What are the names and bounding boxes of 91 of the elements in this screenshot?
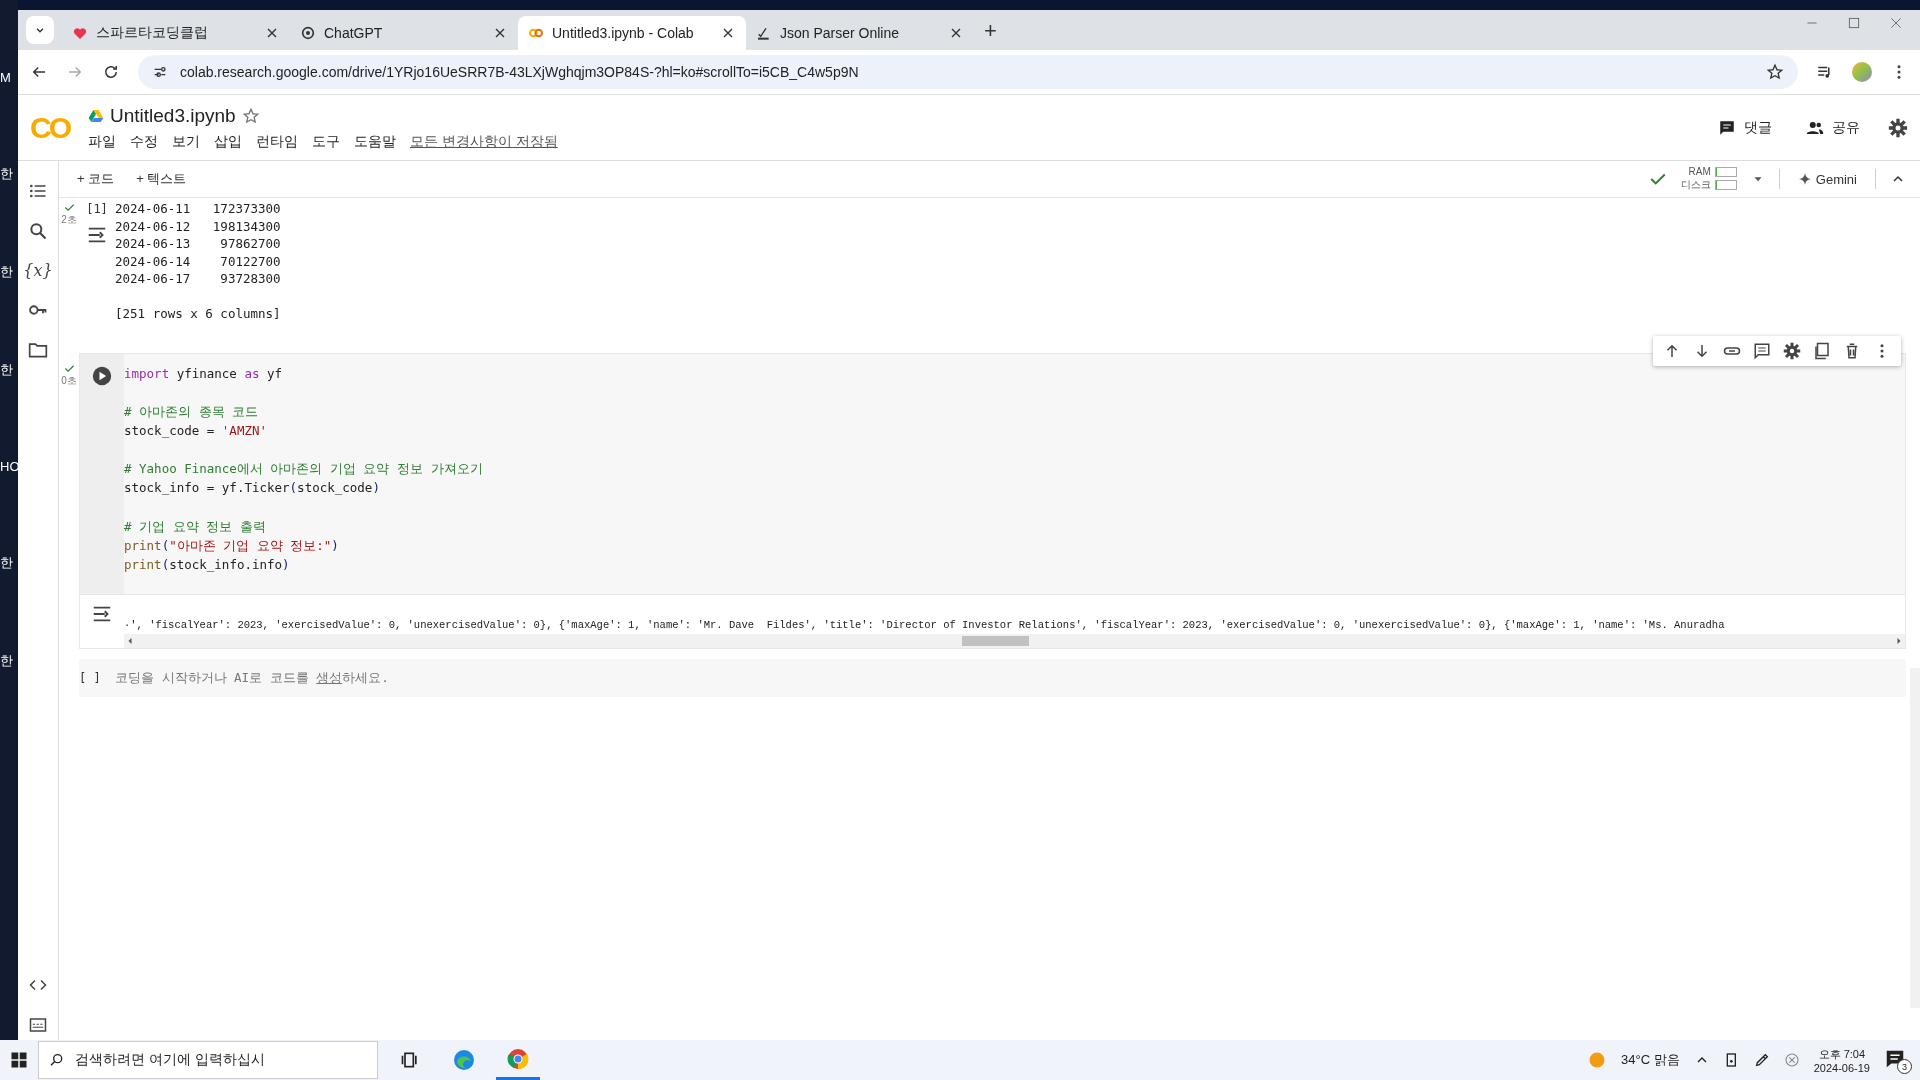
tab-title: 스파르타코딩클럽 — [96, 24, 209, 42]
desktop-icon-label: HO — [0, 459, 18, 474]
code-line: # 기업 요약 정보 출력 — [124, 517, 267, 536]
maximize-icon[interactable] — [1846, 15, 1862, 31]
notebook-title[interactable]: Untitled3.ipynb — [110, 104, 236, 127]
code-line: # 아마존의 종목 코드 — [124, 402, 260, 421]
browser-tab[interactable]: 스파르타코딩클럽 — [62, 16, 290, 50]
pen-icon[interactable] — [1753, 1052, 1770, 1068]
tab-title: Json Parser Online — [780, 25, 901, 41]
search-icon — [49, 1052, 65, 1068]
menu-item[interactable]: 런타임 — [256, 132, 298, 151]
save-status-link[interactable]: 모든 변경사항이 저장됨 — [410, 132, 558, 151]
notification-badge: 3 — [1897, 1059, 1912, 1074]
mirror-cell-icon[interactable] — [1813, 341, 1831, 360]
tab-title: ChatGPT — [324, 25, 384, 41]
empty-code-cell[interactable]: [ ] 코딩을 시작하거나 AI로 코드를 생성하세요. — [79, 659, 1906, 697]
address-field[interactable]: colab.research.google.com/drive/1YRjo16UeSRR7B-43LXjWghqjm3OP84S-?hl=ko#scrollTo=i5CB_C4w5p9N — [138, 55, 1798, 89]
output-line: 2024-06-11 172373300 — [115, 200, 281, 218]
output-line: 2024-06-12 198134300 — [115, 217, 281, 235]
menu-item[interactable]: 도구 — [312, 132, 340, 151]
add-code-button[interactable]: + 코드 — [73, 168, 119, 190]
edge-browser-icon[interactable] — [452, 1048, 476, 1072]
terminal-icon[interactable] — [29, 1016, 47, 1034]
desktop-icon-label: 한 — [0, 554, 14, 572]
drive-icon — [88, 107, 104, 124]
output-line: 2024-06-17 93728300 — [115, 270, 281, 288]
menu-item[interactable]: 삽입 — [214, 132, 242, 151]
run-time: 2초 — [61, 213, 77, 227]
folder-icon[interactable] — [28, 340, 48, 360]
menu-item[interactable]: 수정 — [130, 132, 158, 151]
cell-hint: 코딩을 시작하거나 AI로 코드를 생성하세요. — [115, 669, 389, 687]
task-view-icon[interactable] — [400, 1050, 420, 1070]
browser-tab[interactable]: ChatGPT — [290, 16, 518, 50]
add-text-button[interactable]: + 텍스트 — [132, 168, 191, 190]
desktop-icon-label: 한 — [0, 263, 14, 281]
profile-avatar[interactable] — [1852, 62, 1872, 82]
output-line: [251 rows x 6 columns] — [115, 305, 281, 323]
check-mark-icon — [756, 25, 772, 41]
desktop-icon-label: 한 — [0, 165, 14, 183]
output-line: 2024-06-13 97862700 — [115, 235, 281, 253]
clock-date[interactable]: 2024-06-19 — [1813, 1061, 1870, 1074]
code-line: stock_code = 'AMZN' — [124, 421, 268, 440]
search-icon[interactable] — [28, 221, 48, 241]
heart-icon — [72, 25, 88, 41]
resource-meter[interactable]: RAM 디스크 — [1680, 166, 1737, 192]
code-line: # Yahoo Finance에서 아마존의 기업 요약 정보 가져오기 — [124, 460, 484, 479]
run-icon[interactable] — [92, 365, 112, 386]
settings-icon[interactable] — [1783, 341, 1801, 360]
desktop-icon-label: 한 — [0, 361, 14, 379]
chrome-browser-icon[interactable] — [506, 1046, 530, 1071]
code-line: print(stock_info.info) — [124, 555, 291, 574]
new-tab-button[interactable]: + — [984, 18, 997, 44]
desktop-icon-label: 한 — [0, 652, 14, 670]
comment-button[interactable]: 댓글 — [1712, 117, 1778, 138]
variables-button[interactable]: {x} — [23, 261, 53, 280]
menu-item[interactable]: 파일 — [88, 132, 116, 151]
execution-count: [1] — [86, 202, 108, 216]
resource-label: RAM — [1688, 166, 1711, 177]
weather-text[interactable]: 34°C 맑음 — [1621, 1051, 1680, 1069]
site-settings-icon[interactable] — [152, 64, 168, 80]
horizontal-scrollbar[interactable] — [124, 634, 1905, 648]
star-icon[interactable] — [1766, 63, 1784, 81]
browser-tab[interactable]: Json Parser Online — [746, 16, 974, 50]
ring-icon — [300, 25, 316, 41]
share-button[interactable]: 공유 — [1800, 117, 1866, 138]
output-line: 2024-06-14 70122700 — [115, 252, 281, 270]
desktop-icon-label: M — [0, 70, 12, 85]
code-line: print("아마존 기업 요약 정보:") — [124, 536, 340, 555]
generate-link[interactable]: 생성 — [316, 669, 343, 685]
menu-item[interactable]: 보기 — [172, 132, 200, 151]
scrollbar-thumb[interactable] — [961, 636, 1029, 646]
comment-icon — [1718, 118, 1736, 137]
browser-tab[interactable]: Untitled3.ipynb - Colab — [518, 16, 746, 50]
clock-time[interactable]: 오후 7:04 — [1818, 1046, 1866, 1062]
taskbar-search-field[interactable]: 검색하려면 여기에 입력하십시 — [38, 1041, 378, 1079]
comment-icon[interactable] — [1753, 341, 1771, 360]
output-text: ·', 'fiscalYear': 2023, 'exercisedValue': 0, 'unexercisedValue': 0}, {'maxAge': 1, 'name': 'Mr. Dave Fildes', 'title': 'Director of Investor Relations', 'fiscalYear': 2023, 'exercisedValue': 0, 'unexercisedValue': 0}, {'maxAge': 1, 'name': 'Ms. Anuradha — [124, 617, 1726, 633]
execution-count: [ ] — [79, 671, 101, 685]
check-icon — [63, 202, 75, 213]
code-line: import yfinance as yf — [124, 364, 284, 383]
tab-title: Untitled3.ipynb - Colab — [552, 25, 695, 41]
code-line: stock_info = yf.Ticker(stock_code) — [124, 479, 381, 498]
run-time: 0초 — [61, 373, 77, 388]
reload-icon[interactable] — [102, 63, 120, 81]
windows-start-icon[interactable] — [10, 1051, 28, 1069]
url-text: colab.research.google.com/drive/1YRjo16UeSRR7B-43LXjWghqjm3OP84S-?hl=ko#scrollTo=i5CB_C4w5p9N — [180, 64, 860, 80]
menu-item[interactable]: 도움말 — [354, 132, 396, 151]
settings-icon[interactable] — [1888, 117, 1908, 138]
gemini-button[interactable]: Gemini — [1793, 169, 1861, 189]
star-icon[interactable] — [241, 106, 260, 125]
resource-label: 디스크 — [1680, 178, 1711, 192]
